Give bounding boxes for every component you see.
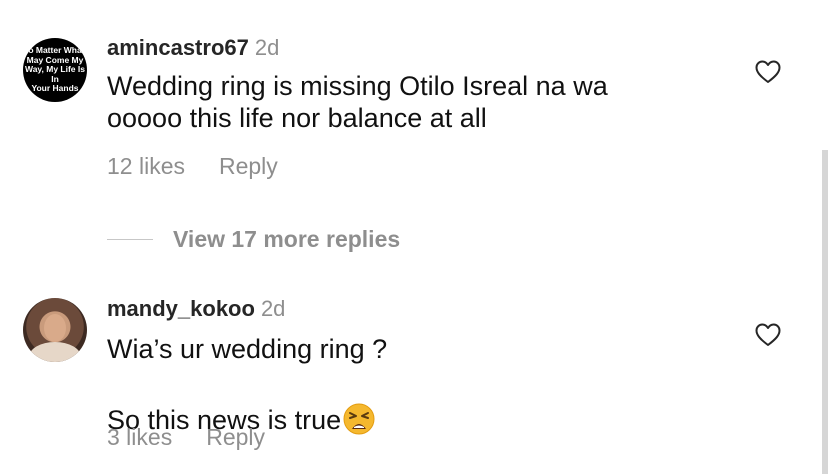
username[interactable]: amincastro67 <box>107 35 249 60</box>
comment-text: Wedding ring is missing Otilo Isreal na … <box>107 71 608 133</box>
timestamp: 2d <box>260 296 286 321</box>
comment-header: mandy_kokoo 2d <box>107 296 285 322</box>
likes-count[interactable]: 12 likes <box>107 153 185 179</box>
avatar[interactable]: o Matter Wha May Come My Way, My Life Is… <box>23 38 87 102</box>
reply-button[interactable]: Reply <box>206 424 265 450</box>
replies-divider <box>107 238 153 240</box>
comment-item: mandy_kokoo 2d Wia’s ur wedding ring ? So… <box>0 280 828 474</box>
scrollbar[interactable] <box>822 150 828 474</box>
heart-outline-icon[interactable] <box>755 60 781 84</box>
avatar[interactable] <box>23 298 87 362</box>
likes-count[interactable]: 3 likes <box>107 424 172 450</box>
comment-text-line-1: Wia’s ur wedding ring ? <box>107 334 388 364</box>
view-replies-label[interactable]: View 17 more replies <box>173 226 400 253</box>
comment-header: amincastro67 2d <box>107 35 279 61</box>
heart-outline-icon[interactable] <box>755 323 781 347</box>
comment-meta: 3 likes Reply <box>107 424 265 451</box>
avatar-text: o Matter Wha May Come My Way, My Life Is… <box>25 45 85 94</box>
username[interactable]: mandy_kokoo <box>107 296 255 321</box>
weary-face-emoji <box>343 403 375 435</box>
avatar-shoulders <box>29 342 81 362</box>
reply-button[interactable]: Reply <box>219 153 278 179</box>
comment-item: o Matter Wha May Come My Way, My Life Is… <box>0 0 828 200</box>
timestamp: 2d <box>254 35 280 60</box>
view-more-replies[interactable]: View 17 more replies <box>107 224 400 254</box>
avatar-face <box>44 314 66 342</box>
comment-meta: 12 likes Reply <box>107 153 278 180</box>
